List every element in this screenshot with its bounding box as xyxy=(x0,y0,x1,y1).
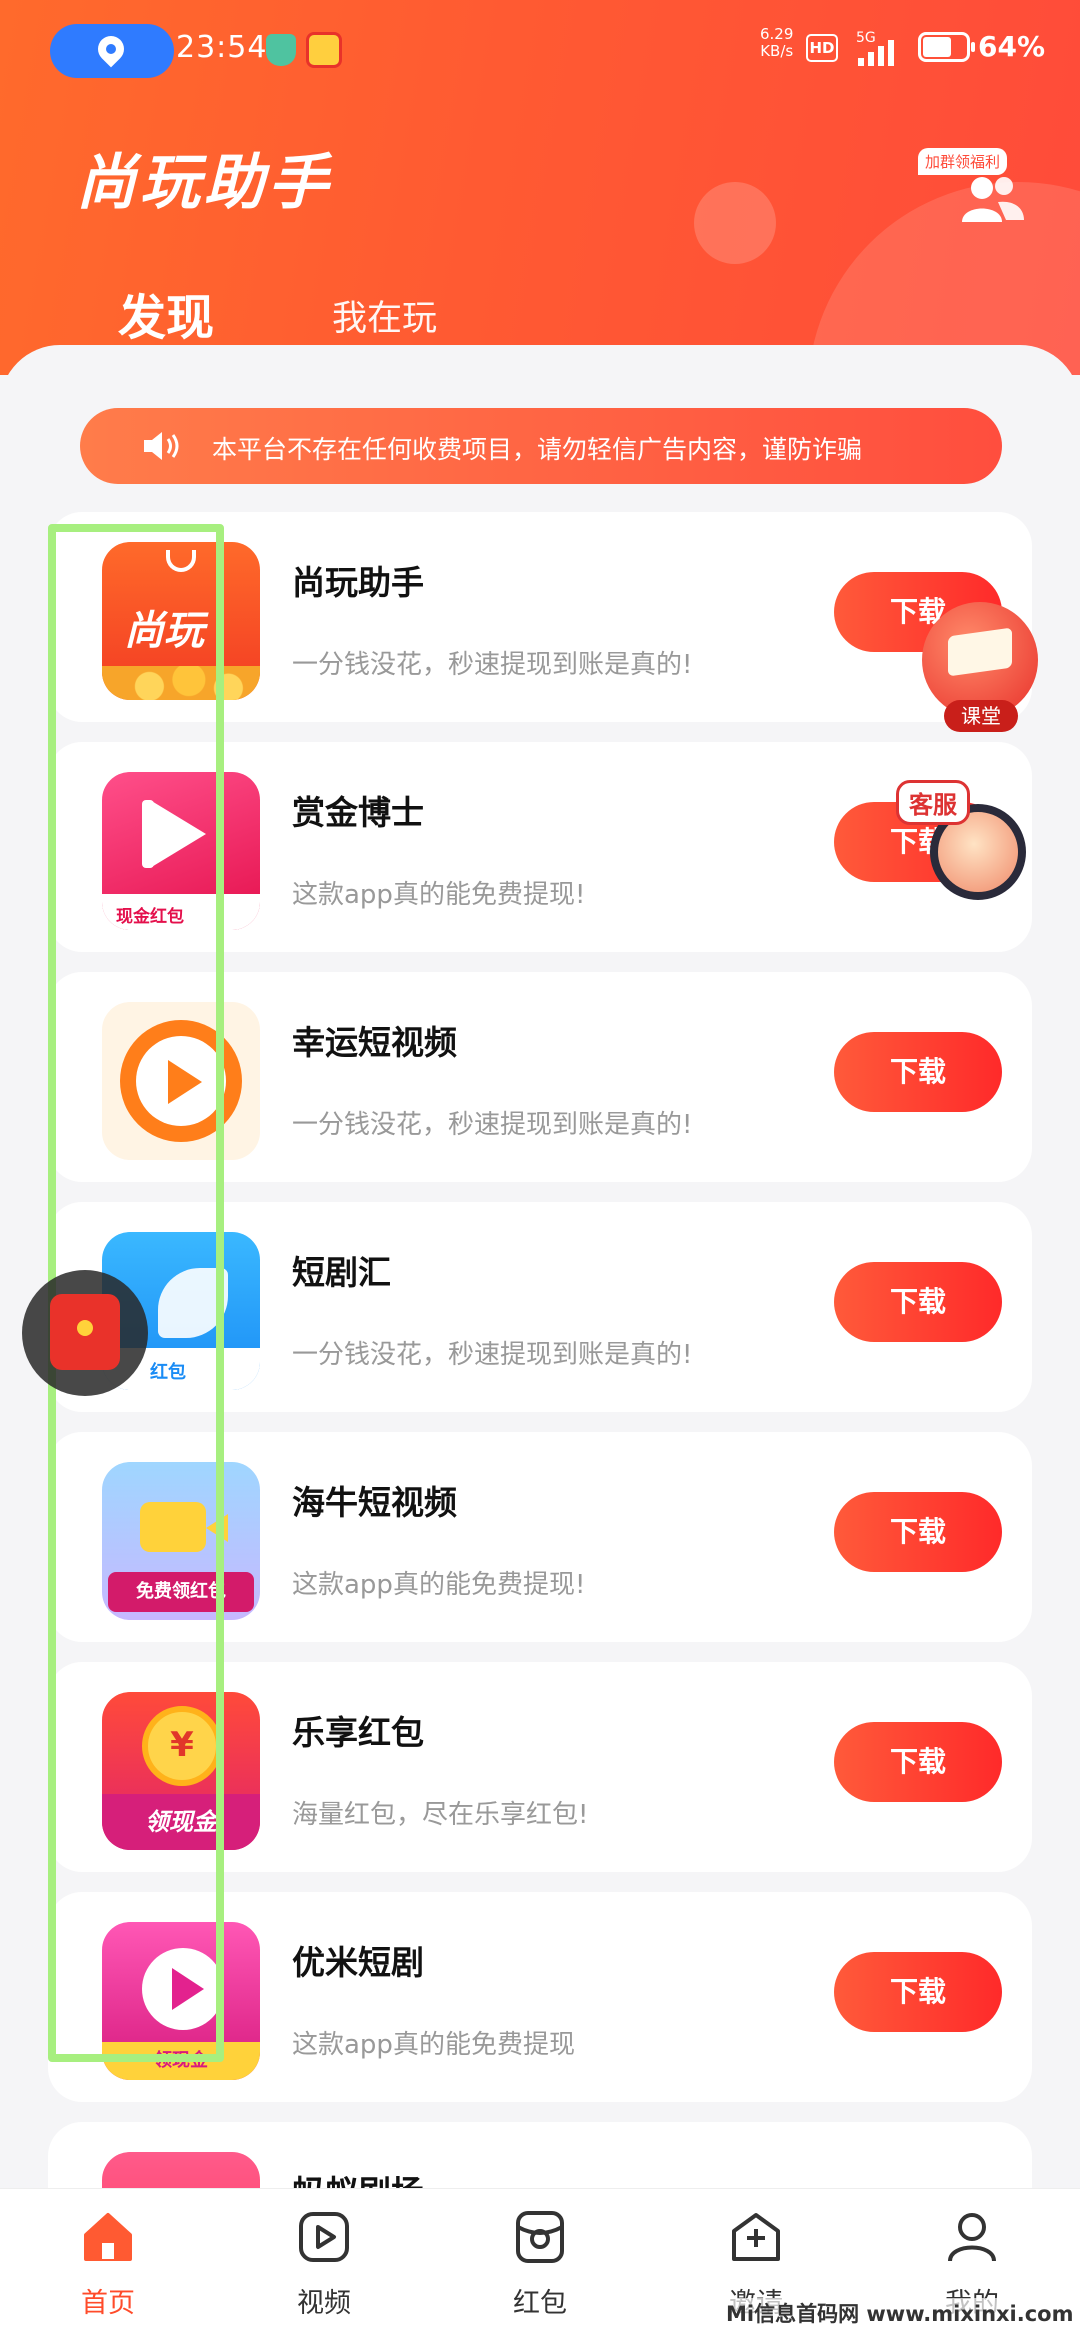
app-desc: 海量红包，尽在乐享红包! xyxy=(292,1800,589,1830)
app-notification-icon xyxy=(306,32,342,68)
play-icon xyxy=(168,1060,202,1104)
header: 23:54 6.29 KB/s HD 5G 64% 尚玩助手 加群领福利 发现 … xyxy=(0,0,1080,375)
app-icon: 领现金 xyxy=(102,1922,260,2080)
status-bar: 23:54 6.29 KB/s HD 5G 64% xyxy=(0,20,1080,80)
group-badge: 加群领福利 xyxy=(918,148,1008,175)
net-speed-value: 6.29 xyxy=(760,25,794,43)
notice-text: 本平台不存在任何收费项目，请勿轻信广告内容，谨防诈骗 xyxy=(212,435,863,464)
watermark: Mi信息首码网 www.mixinxi.com xyxy=(722,2298,1078,2325)
classroom-label: 课堂 xyxy=(944,700,1018,732)
tab-discover[interactable]: 发现 xyxy=(118,278,214,348)
signal-icon: 5G xyxy=(856,30,906,70)
hd-badge: HD xyxy=(806,34,838,62)
app-title: 尚玩助手 xyxy=(76,148,332,218)
wing-icon xyxy=(158,1268,228,1338)
app-desc: 一分钱没花，秒速提现到账是真的! xyxy=(292,1110,693,1140)
battery-percent: 64% xyxy=(978,30,1046,63)
download-button[interactable]: 下载 xyxy=(834,1032,1002,1112)
app-card[interactable]: 尚玩 尚玩助手 一分钱没花，秒速提现到账是真的! 下载 xyxy=(48,512,1032,722)
decor-bubble xyxy=(694,182,776,264)
yuan-coin-icon: ¥ xyxy=(142,1706,222,1786)
play-icon xyxy=(142,1948,224,2030)
top-tabs: 发现 我在玩 xyxy=(0,270,1080,350)
app-icon: 免费领红包 xyxy=(102,1462,260,1620)
icon-label: 现金红包 xyxy=(102,894,260,930)
icon-label: 领现金 xyxy=(102,2042,260,2080)
invite-icon xyxy=(732,2213,780,2261)
red-envelope-icon xyxy=(50,1294,120,1370)
notice-bar: 本平台不存在任何收费项目，请勿轻信广告内容，谨防诈骗 xyxy=(80,408,1002,484)
app-name: 优米短剧 xyxy=(292,1943,424,1982)
nav-home[interactable]: 首页 xyxy=(48,2201,168,2325)
redpacket-icon xyxy=(516,2211,564,2263)
download-button[interactable]: 下载 xyxy=(834,1492,1002,1572)
people-icon xyxy=(962,177,1024,222)
app-card[interactable]: 领现金 优米短剧 这款app真的能免费提现 下载 xyxy=(48,1892,1032,2102)
app-desc: 这款app真的能免费提现! xyxy=(292,880,586,910)
app-card[interactable]: 红包 短剧汇 一分钱没花，秒速提现到账是真的! 下载 xyxy=(48,1202,1032,1412)
play-icon xyxy=(150,800,206,868)
nav-video[interactable]: 视频 xyxy=(264,2201,384,2325)
camera-icon xyxy=(140,1502,228,1552)
nav-label: 首页 xyxy=(81,2288,135,2319)
download-button[interactable]: 下载 xyxy=(834,1722,1002,1802)
clock: 23:54 xyxy=(176,30,268,65)
download-button[interactable]: 下载 xyxy=(834,1262,1002,1342)
app-name: 短剧汇 xyxy=(292,1253,391,1292)
app-card[interactable]: 幸运短视频 一分钱没花，秒速提现到账是真的! 下载 xyxy=(48,972,1032,1182)
bag-icon xyxy=(166,550,196,572)
home-icon xyxy=(84,2213,132,2261)
network-type: 5G xyxy=(856,30,876,46)
profile-icon xyxy=(948,2213,996,2262)
app-icon xyxy=(102,1002,260,1160)
battery-icon xyxy=(918,32,975,62)
icon-label: 尚玩 xyxy=(124,608,204,654)
customer-service-float-button[interactable]: 客服 xyxy=(896,780,1046,910)
shield-notification-icon xyxy=(266,34,296,66)
app-name: 赏金博士 xyxy=(292,793,424,832)
speaker-icon xyxy=(144,432,179,460)
app-card[interactable]: 免费领红包 海牛短视频 这款app真的能免费提现! 下载 xyxy=(48,1432,1032,1642)
customer-service-label: 客服 xyxy=(896,780,970,825)
coins-decor xyxy=(102,666,260,700)
app-desc: 一分钱没花，秒速提现到账是真的! xyxy=(292,1340,693,1370)
video-icon xyxy=(299,2212,349,2262)
app-desc: 这款app真的能免费提现! xyxy=(292,1570,586,1600)
nav-redpacket[interactable]: 红包 xyxy=(480,2201,600,2325)
nav-label: 视频 xyxy=(297,2288,351,2319)
app-icon: 现金红包 xyxy=(102,772,260,930)
join-group-button[interactable]: 加群领福利 xyxy=(918,148,1028,228)
app-card[interactable]: ¥ 领现金 乐享红包 海量红包，尽在乐享红包! 下载 xyxy=(48,1662,1032,1872)
net-speed: 6.29 KB/s xyxy=(760,26,793,60)
net-speed-unit: KB/s xyxy=(760,42,794,60)
app-name: 海牛短视频 xyxy=(292,1483,457,1522)
app-name: 幸运短视频 xyxy=(292,1023,457,1062)
app-desc: 一分钱没花，秒速提现到账是真的! xyxy=(292,650,693,680)
app-icon: ¥ 领现金 xyxy=(102,1692,260,1850)
location-pin-icon xyxy=(92,30,130,68)
app-icon: 尚玩 xyxy=(102,542,260,700)
app-name: 尚玩助手 xyxy=(292,563,424,602)
classroom-float-button[interactable]: 课堂 xyxy=(922,602,1038,734)
download-button[interactable]: 下载 xyxy=(834,1952,1002,2032)
icon-label: 领现金 xyxy=(102,1794,260,1850)
app-card[interactable]: 现金红包 赏金博士 这款app真的能免费提现! 下载 xyxy=(48,742,1032,952)
app-name: 乐享红包 xyxy=(292,1713,424,1752)
app-desc: 这款app真的能免费提现 xyxy=(292,2030,575,2060)
tab-indicator xyxy=(150,350,178,364)
location-indicator[interactable] xyxy=(50,24,174,78)
icon-label: 免费领红包 xyxy=(108,1572,254,1612)
tab-playing[interactable]: 我在玩 xyxy=(332,290,437,341)
nav-label: 红包 xyxy=(513,2288,567,2319)
redpacket-float-button[interactable] xyxy=(22,1270,148,1396)
